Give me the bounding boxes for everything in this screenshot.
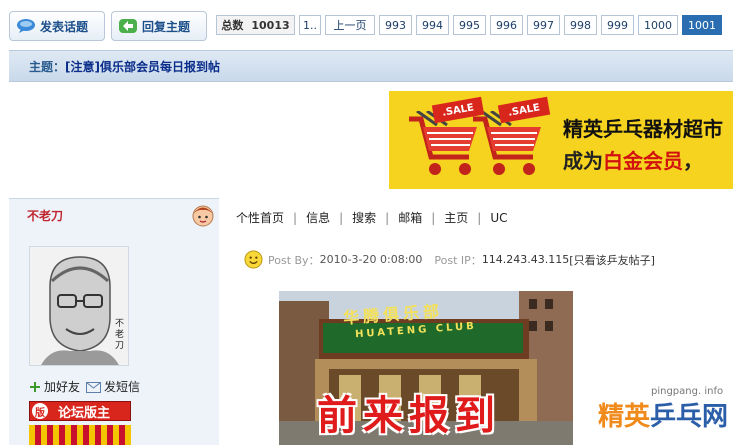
- photo-overlay-text: 前来报到: [317, 392, 501, 439]
- moderator-icon: 版: [32, 403, 48, 419]
- shop-banner-ad[interactable]: .SALE .SALE 精英乒乓器材超市 成为白金会员，: [389, 91, 733, 189]
- banner-line2: 成为白金会员，: [563, 145, 703, 174]
- page-996-button[interactable]: 996: [490, 15, 523, 35]
- avatar-caption: 不 老 刀: [115, 319, 124, 352]
- page-997-button[interactable]: 997: [527, 15, 560, 35]
- topic-subject-bar: 主题： [注意]俱乐部会员每日报到帖: [9, 50, 733, 82]
- banner-line2-prefix: 成为: [563, 149, 603, 173]
- banner-line1: 精英乒乓器材超市: [563, 117, 723, 141]
- page-prev-button[interactable]: 上一页: [325, 15, 375, 35]
- link-info[interactable]: 信息: [297, 209, 339, 226]
- page-995-button[interactable]: 995: [453, 15, 486, 35]
- shopping-cart-icon: [409, 111, 477, 175]
- post-meta: Post By： 2010-3-20 0:08:00 Post IP： 114.…: [244, 250, 655, 269]
- link-search[interactable]: 搜索: [343, 209, 385, 226]
- page-999-button[interactable]: 999: [601, 15, 634, 35]
- post-photo: 华腾俱乐部 HUATENG CLUB 前来报到: [279, 291, 573, 445]
- plus-icon: [30, 381, 40, 392]
- watermark-logo: 精英乒乓网: [598, 396, 728, 433]
- new-topic-button[interactable]: 发表话题: [9, 11, 105, 41]
- posted-date: 2010-3-20 0:08:00: [319, 253, 423, 266]
- moderator-badge: 版 论坛版主: [29, 401, 131, 421]
- send-message-label: 发短信: [104, 380, 141, 394]
- moderator-badge-label: 论坛版主: [58, 405, 111, 421]
- link-mailbox[interactable]: 邮箱: [389, 209, 431, 226]
- user-avatar: 不 老 刀: [29, 246, 129, 366]
- new-topic-label: 发表话题: [40, 19, 89, 34]
- topic-title-link[interactable]: [注意]俱乐部会员每日报到帖: [65, 58, 220, 75]
- total-value: 10013: [251, 18, 290, 32]
- watermark-logo-orange: 精英: [598, 402, 651, 432]
- add-friend-label: 加好友: [44, 380, 81, 394]
- subject-label: 主题：: [29, 59, 66, 74]
- post-user-links: 个性首页 | 信息 | 搜索 | 邮箱 | 主页 | UC: [236, 209, 516, 226]
- ip-label: Post IP：: [434, 253, 482, 267]
- rank-decoration: [29, 425, 131, 445]
- page-993-button[interactable]: 993: [379, 15, 412, 35]
- pagination: 总数 10013 1.. 上一页 993 994 995 996 997 998…: [216, 14, 722, 36]
- post-ip: 114.243.43.115: [481, 253, 570, 266]
- page-1000-button[interactable]: 1000: [638, 15, 678, 35]
- avatar-caption-char: 老: [114, 330, 124, 340]
- watermark-logo-blue: 乒乓网: [650, 402, 729, 432]
- page-current: 1001: [682, 15, 722, 35]
- smiley-icon: [244, 250, 263, 269]
- username-link[interactable]: 不老刀: [27, 207, 63, 224]
- link-uc[interactable]: UC: [481, 211, 516, 225]
- total-count: 总数 10013: [216, 15, 295, 35]
- avatar-caption-char: 刀: [114, 341, 124, 351]
- envelope-icon: [86, 381, 101, 393]
- avatar-caption-char: 不: [114, 319, 124, 329]
- total-label: 总数: [221, 19, 244, 32]
- add-friend-link[interactable]: 加好友: [29, 378, 80, 395]
- page-998-button[interactable]: 998: [564, 15, 597, 35]
- online-status-face-icon: [192, 205, 214, 227]
- send-message-link[interactable]: 发短信: [86, 378, 140, 395]
- link-homepage[interactable]: 主页: [435, 209, 477, 226]
- banner-line2-highlight: 白金会员: [603, 149, 683, 173]
- page-first-button[interactable]: 1..: [299, 15, 321, 35]
- reply-arrow-icon: [119, 19, 137, 33]
- reply-topic-button[interactable]: 回复主题: [111, 11, 207, 41]
- speech-bubble-icon: [17, 19, 35, 33]
- only-view-poster-link[interactable]: [只看该乒友帖子]: [569, 252, 655, 268]
- posted-by-label: Post By：: [268, 253, 320, 267]
- user-profile-panel: 不老刀 不 老 刀 加好友 发短信 版 论坛版主: [9, 198, 219, 445]
- forum-page: 发表话题 回复主题 总数 10013 1.. 上一页 993 994 995 9…: [0, 0, 733, 445]
- banner-line2-suffix: ，: [683, 149, 703, 173]
- page-994-button[interactable]: 994: [416, 15, 449, 35]
- link-profile-home[interactable]: 个性首页: [236, 209, 293, 226]
- reply-topic-label: 回复主题: [142, 19, 191, 34]
